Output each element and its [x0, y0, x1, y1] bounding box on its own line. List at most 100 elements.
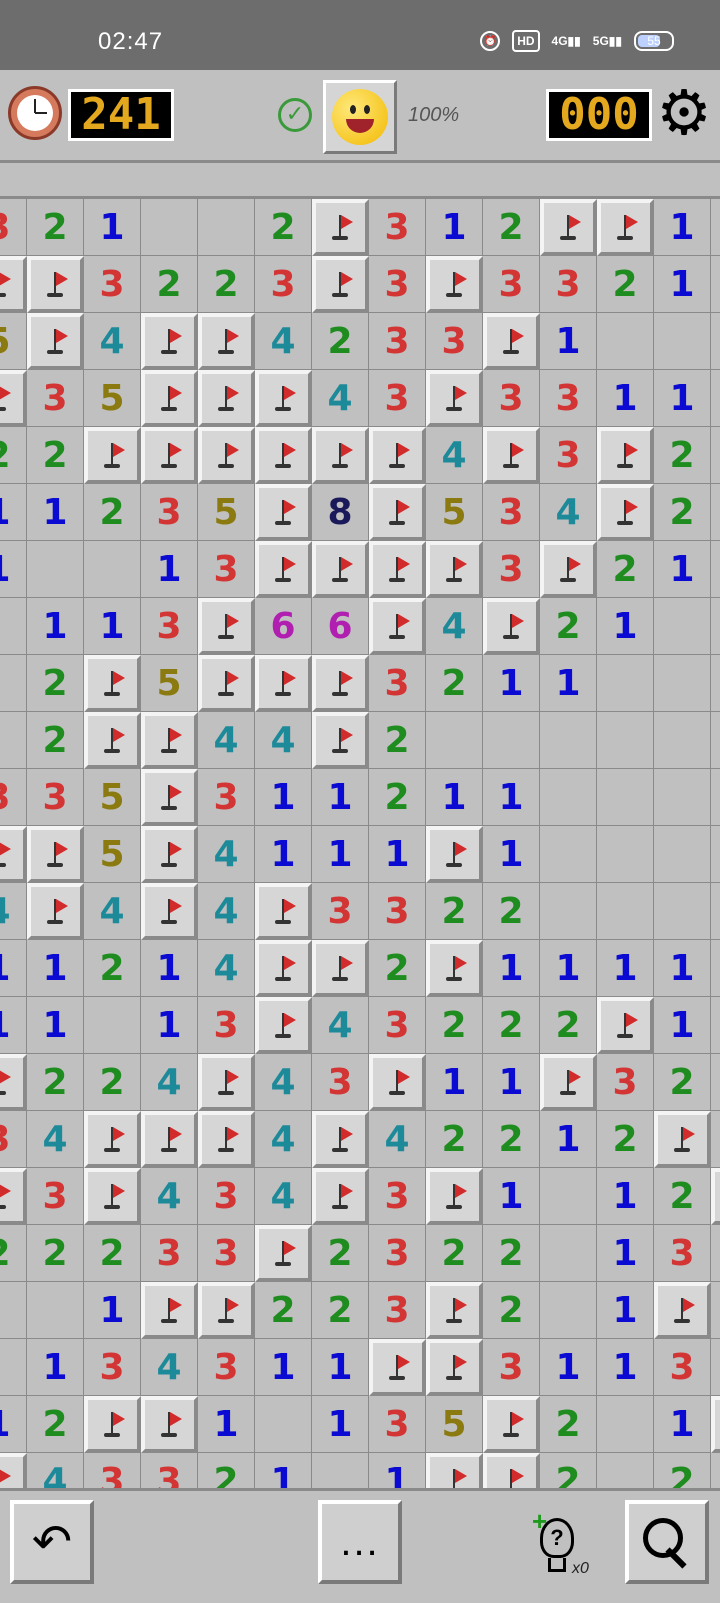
flagged-cell[interactable]	[198, 598, 255, 655]
empty-cell[interactable]	[711, 541, 720, 598]
number-cell[interactable]: 3	[198, 1339, 255, 1396]
number-cell[interactable]: 3	[654, 1225, 711, 1282]
flagged-cell[interactable]	[27, 826, 84, 883]
number-cell[interactable]: 2	[27, 712, 84, 769]
number-cell[interactable]: 3	[369, 313, 426, 370]
empty-cell[interactable]	[711, 826, 720, 883]
flagged-cell[interactable]	[84, 1168, 141, 1225]
number-cell[interactable]: 3	[27, 1168, 84, 1225]
flagged-cell[interactable]	[255, 484, 312, 541]
number-cell[interactable]: 2	[483, 997, 540, 1054]
number-cell[interactable]: 3	[198, 1168, 255, 1225]
number-cell[interactable]: 3	[483, 370, 540, 427]
flagged-cell[interactable]	[198, 1111, 255, 1168]
empty-cell[interactable]	[540, 1282, 597, 1339]
number-cell[interactable]: 1	[255, 1339, 312, 1396]
flagged-cell[interactable]	[255, 655, 312, 712]
flagged-cell[interactable]	[312, 256, 369, 313]
flagged-cell[interactable]	[27, 883, 84, 940]
number-cell[interactable]: 1	[483, 655, 540, 712]
flagged-cell[interactable]	[255, 541, 312, 598]
flagged-cell[interactable]	[426, 1168, 483, 1225]
flagged-cell[interactable]	[540, 199, 597, 256]
flagged-cell[interactable]	[84, 1396, 141, 1453]
empty-cell[interactable]	[0, 655, 27, 712]
flagged-cell[interactable]	[198, 1054, 255, 1111]
empty-cell[interactable]	[84, 997, 141, 1054]
number-cell[interactable]: 4	[198, 826, 255, 883]
number-cell[interactable]: 2	[255, 199, 312, 256]
flagged-cell[interactable]	[312, 655, 369, 712]
number-cell[interactable]: 2	[597, 256, 654, 313]
number-cell[interactable]: 4	[84, 313, 141, 370]
empty-cell[interactable]	[597, 769, 654, 826]
flagged-cell[interactable]	[141, 1111, 198, 1168]
number-cell[interactable]: 2	[426, 655, 483, 712]
number-cell[interactable]: 4	[255, 313, 312, 370]
number-cell[interactable]: 3	[198, 769, 255, 826]
flagged-cell[interactable]	[0, 826, 27, 883]
number-cell[interactable]: 3	[84, 1453, 141, 1491]
number-cell[interactable]: 1	[141, 940, 198, 997]
number-cell[interactable]: 1	[255, 826, 312, 883]
flagged-cell[interactable]	[27, 313, 84, 370]
number-cell[interactable]: 1	[483, 826, 540, 883]
number-cell[interactable]: 2	[540, 1453, 597, 1491]
number-cell[interactable]: 1	[654, 541, 711, 598]
number-cell[interactable]: 3	[483, 541, 540, 598]
number-cell[interactable]: 1	[0, 940, 27, 997]
empty-cell[interactable]	[597, 712, 654, 769]
number-cell[interactable]: 2	[654, 1054, 711, 1111]
flagged-cell[interactable]	[654, 1282, 711, 1339]
number-cell[interactable]: 2	[198, 256, 255, 313]
number-cell[interactable]: 4	[255, 712, 312, 769]
number-cell[interactable]: 3	[369, 1282, 426, 1339]
empty-cell[interactable]	[711, 655, 720, 712]
number-cell[interactable]: 3	[369, 256, 426, 313]
empty-cell[interactable]	[255, 1396, 312, 1453]
flagged-cell[interactable]	[597, 997, 654, 1054]
number-cell[interactable]: 1	[540, 1111, 597, 1168]
number-cell[interactable]: 3	[654, 1339, 711, 1396]
empty-cell[interactable]	[711, 313, 720, 370]
number-cell[interactable]: 1	[654, 940, 711, 997]
flagged-cell[interactable]	[540, 1054, 597, 1111]
flagged-cell[interactable]	[0, 370, 27, 427]
number-cell[interactable]: 3	[483, 484, 540, 541]
flagged-cell[interactable]	[483, 598, 540, 655]
empty-cell[interactable]	[711, 1282, 720, 1339]
number-cell[interactable]: 2	[312, 1225, 369, 1282]
flagged-cell[interactable]	[369, 427, 426, 484]
number-cell[interactable]: 1	[0, 997, 27, 1054]
number-cell[interactable]: 3	[198, 1225, 255, 1282]
flagged-cell[interactable]	[483, 1453, 540, 1491]
number-cell[interactable]: 1	[483, 940, 540, 997]
number-cell[interactable]: 5	[198, 484, 255, 541]
number-cell[interactable]: 1	[84, 598, 141, 655]
number-cell[interactable]: 4	[255, 1168, 312, 1225]
number-cell[interactable]: 1	[654, 997, 711, 1054]
number-cell[interactable]: 1	[540, 655, 597, 712]
flagged-cell[interactable]	[597, 199, 654, 256]
flagged-cell[interactable]	[369, 1339, 426, 1396]
number-cell[interactable]: 5	[426, 1396, 483, 1453]
number-cell[interactable]: 5	[84, 826, 141, 883]
number-cell[interactable]: 3	[198, 541, 255, 598]
flagged-cell[interactable]	[141, 313, 198, 370]
flagged-cell[interactable]	[0, 1453, 27, 1491]
flagged-cell[interactable]	[141, 826, 198, 883]
number-cell[interactable]: 1	[369, 826, 426, 883]
number-cell[interactable]: 2	[597, 1111, 654, 1168]
empty-cell[interactable]	[27, 1282, 84, 1339]
number-cell[interactable]: 4	[312, 997, 369, 1054]
number-cell[interactable]: 3	[597, 1054, 654, 1111]
flagged-cell[interactable]	[0, 1168, 27, 1225]
flagged-cell[interactable]	[198, 427, 255, 484]
empty-cell[interactable]	[711, 940, 720, 997]
flagged-cell[interactable]	[198, 370, 255, 427]
number-cell[interactable]: 3	[369, 883, 426, 940]
settings-button[interactable]: ⚙	[656, 83, 712, 145]
number-cell[interactable]: 1	[27, 598, 84, 655]
number-cell[interactable]: 2	[369, 769, 426, 826]
number-cell[interactable]: 2	[426, 883, 483, 940]
